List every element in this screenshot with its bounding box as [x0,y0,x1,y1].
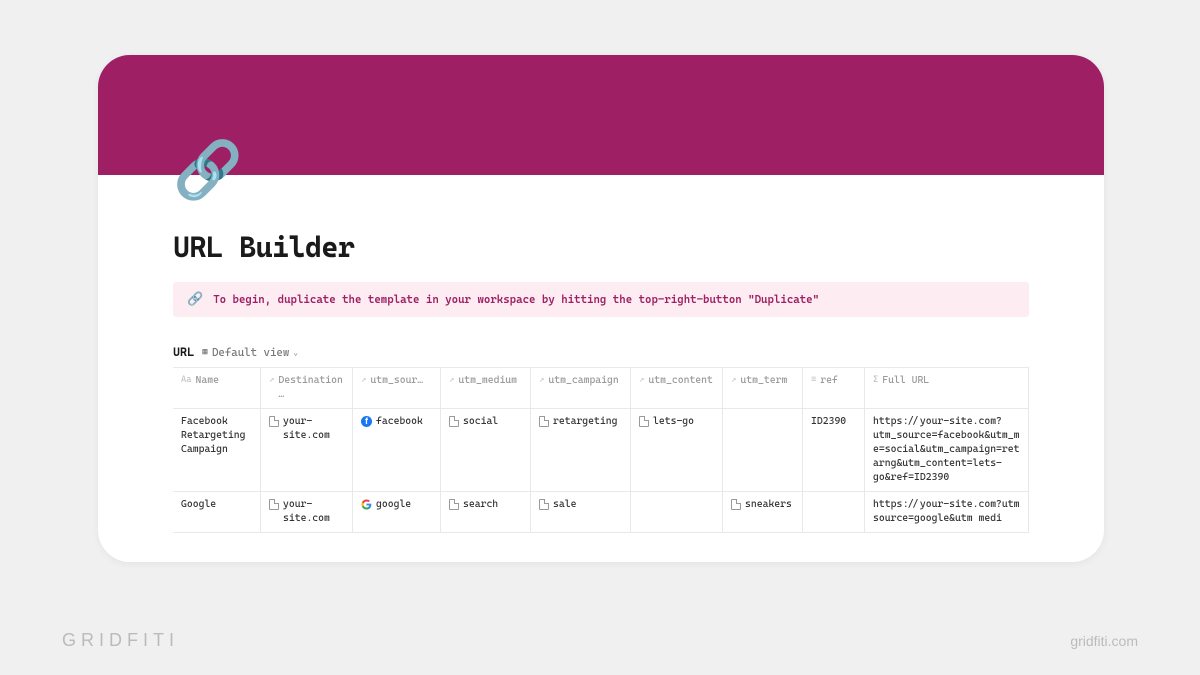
cell-utm-content[interactable] [631,492,723,532]
database-title[interactable]: URL [173,345,194,359]
column-header-utm-term[interactable]: ↗ utm_term [723,368,803,408]
view-label: Default view [212,346,289,359]
cell-ref[interactable]: ID2390 [803,409,865,491]
page-icon [539,499,549,510]
relation-icon: ↗ [731,374,736,387]
page-icon [449,416,459,427]
page-icon[interactable]: 🔗 [173,143,243,199]
view-selector[interactable]: ▦ Default view ⌄ [202,346,298,359]
database-header: URL ▦ Default view ⌄ [173,345,1029,359]
cell-destination[interactable]: your-site.com [261,409,353,491]
page-title[interactable]: URL Builder [173,230,1029,264]
database-table: Aa Name ↗ Destination … ↗ utm_sour… ↗ ut… [173,367,1029,533]
page-icon [269,499,279,510]
page-icon [269,416,279,427]
cell-ref[interactable] [803,492,865,532]
brand-logo: GRIDFITI [62,630,179,651]
relation-icon: ↗ [539,374,544,387]
cell-utm-content[interactable]: lets-go [631,409,723,491]
link-icon: 🔗 [187,292,203,307]
table-header-row: Aa Name ↗ Destination … ↗ utm_sour… ↗ ut… [173,368,1028,409]
cell-utm-campaign[interactable]: sale [531,492,631,532]
cell-name[interactable]: Facebook Retargeting Campaign [173,409,261,491]
column-header-utm-medium[interactable]: ↗ utm_medium [441,368,531,408]
cell-utm-source[interactable]: google [353,492,441,532]
column-header-utm-content[interactable]: ↗ utm_content [631,368,723,408]
text-icon: Aa [181,374,192,387]
facebook-icon: f [361,416,372,427]
cell-utm-source[interactable]: f facebook [353,409,441,491]
table-row[interactable]: Facebook Retargeting Campaign your-site.… [173,409,1028,492]
callout-text: To begin, duplicate the template in your… [213,293,819,306]
relation-icon: ↗ [269,374,274,387]
page-content: URL Builder 🔗 To begin, duplicate the te… [98,175,1104,533]
relation-icon: ↗ [639,374,644,387]
table-icon: ▦ [202,347,208,358]
text-property-icon: ≡ [811,374,816,387]
page-icon [639,416,649,427]
google-icon [361,499,372,510]
cover-image [98,55,1104,175]
page-icon [731,499,741,510]
cell-utm-medium[interactable]: search [441,492,531,532]
column-header-full-url[interactable]: Σ Full URL [865,368,1028,408]
relation-icon: ↗ [449,374,454,387]
cell-utm-term[interactable] [723,409,803,491]
cell-full-url[interactable]: https://your-site.com?utm_source=faceboo… [865,409,1028,491]
brand-url: gridfiti.com [1070,633,1138,649]
callout-block[interactable]: 🔗 To begin, duplicate the template in yo… [173,282,1029,317]
cell-utm-term[interactable]: sneakers [723,492,803,532]
cell-utm-medium[interactable]: social [441,409,531,491]
column-header-utm-source[interactable]: ↗ utm_sour… [353,368,441,408]
page-icon [539,416,549,427]
formula-icon: Σ [873,374,878,387]
column-header-utm-campaign[interactable]: ↗ utm_campaign [531,368,631,408]
chevron-down-icon: ⌄ [293,348,298,357]
page-icon [449,499,459,510]
column-header-name[interactable]: Aa Name [173,368,261,408]
relation-icon: ↗ [361,374,366,387]
cell-name[interactable]: Google [173,492,261,532]
cell-destination[interactable]: your-site.com [261,492,353,532]
column-header-destination[interactable]: ↗ Destination … [261,368,353,408]
app-card: 🔗 URL Builder 🔗 To begin, duplicate the … [98,55,1104,562]
cell-full-url[interactable]: https://your-site.com?utm source=google&… [865,492,1028,532]
column-header-ref[interactable]: ≡ ref [803,368,865,408]
cell-utm-campaign[interactable]: retargeting [531,409,631,491]
table-row[interactable]: Google your-site.com google s [173,492,1028,532]
